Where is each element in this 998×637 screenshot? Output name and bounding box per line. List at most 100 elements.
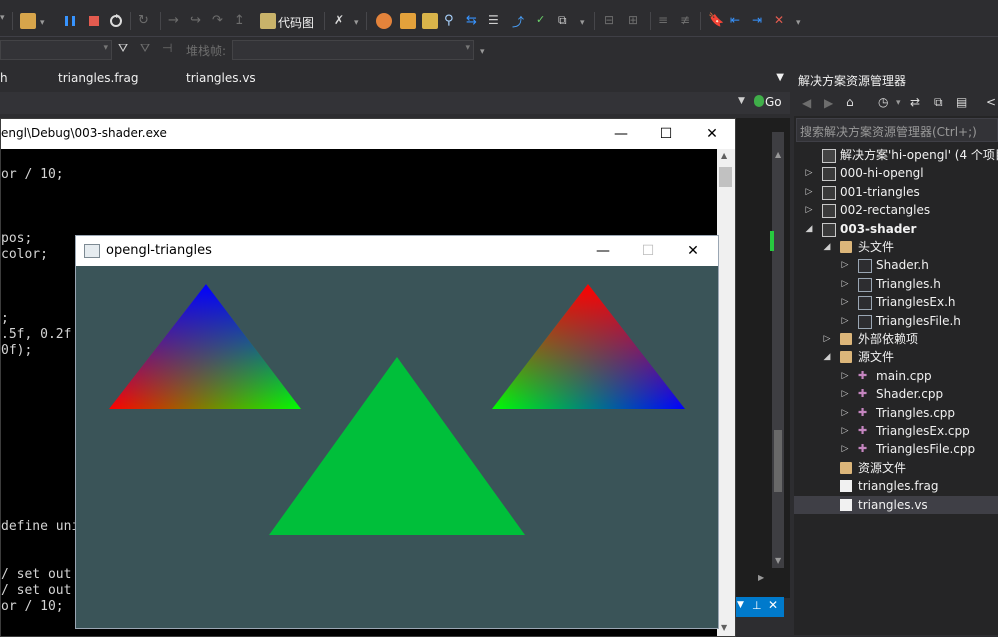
scroll-up-icon[interactable]: ▲ xyxy=(721,151,727,160)
step-into-icon[interactable]: ↪ xyxy=(190,13,206,29)
step-over-icon[interactable]: ↷ xyxy=(212,13,228,29)
sync-icon[interactable]: ◷ xyxy=(878,95,888,109)
console-title-bar[interactable]: engl\Debug\003-shader.exe — ☐ ✕ xyxy=(1,119,735,149)
find-icon[interactable]: ⚲ xyxy=(444,13,460,29)
tree-item[interactable]: ▷ ✚ TrianglesFile.cpp xyxy=(794,440,998,458)
navigate-icon[interactable]: ⇆ xyxy=(466,13,482,29)
expand-arrow-icon[interactable]: ▷ xyxy=(804,164,814,182)
tree-item[interactable]: ▷ Triangles.h xyxy=(794,275,998,293)
console-scrollbar[interactable]: ▲ ▼ xyxy=(717,149,735,636)
code-map-icon[interactable] xyxy=(260,13,276,29)
clear-bookmarks-icon[interactable]: ✕ xyxy=(774,13,790,29)
tree-item[interactable]: ▷ ✚ TrianglesEx.cpp xyxy=(794,422,998,440)
filter-icon[interactable]: ⛛ xyxy=(118,41,134,57)
filter-clear-icon[interactable]: ⛛ xyxy=(140,41,156,57)
expand-arrow-icon[interactable]: ▷ xyxy=(840,293,850,311)
tree-item[interactable]: ▷ TrianglesEx.h xyxy=(794,293,998,311)
pin-icon[interactable]: ⊥ xyxy=(752,599,762,612)
comment-lines-icon[interactable]: ≡ xyxy=(658,13,674,29)
indent-icon[interactable]: ⊞ xyxy=(628,13,644,29)
collapse-arrow-icon[interactable]: ◢ xyxy=(822,238,832,256)
scrollbar-thumb[interactable] xyxy=(719,167,732,187)
tree-item[interactable]: ◢ 源文件 xyxy=(794,348,998,366)
collapse-arrow-icon[interactable]: ◢ xyxy=(804,220,814,238)
expand-arrow-icon[interactable]: ▷ xyxy=(840,275,850,293)
tree-item[interactable]: ▷ TrianglesFile.h xyxy=(794,312,998,330)
expand-arrow-icon[interactable]: ▷ xyxy=(840,256,850,274)
chevron-down-icon[interactable]: ▾ xyxy=(480,47,485,57)
tree-item[interactable]: ◢ 003-shader xyxy=(794,220,998,238)
chevron-down-icon[interactable]: ▾ xyxy=(40,18,45,28)
next-bookmark-icon[interactable]: ⇥ xyxy=(752,13,768,29)
tab-triangles-frag[interactable]: triangles.frag xyxy=(58,71,138,85)
stop-icon[interactable] xyxy=(86,13,102,29)
maximize-button[interactable]: ☐ xyxy=(625,236,671,266)
close-icon[interactable]: ✕ xyxy=(768,598,778,612)
chevron-down-icon[interactable]: ▾ xyxy=(796,18,801,28)
expand-arrow-icon[interactable]: ▷ xyxy=(840,440,850,458)
expand-arrow-icon[interactable]: ▷ xyxy=(804,201,814,219)
scroll-right-icon[interactable]: ▶ xyxy=(758,573,764,582)
pause-icon[interactable] xyxy=(62,13,78,29)
prev-bookmark-icon[interactable]: ⇤ xyxy=(730,13,746,29)
comment-icon[interactable]: ⤴ xyxy=(512,13,528,29)
tree-item[interactable]: ▷ 000-hi-opengl xyxy=(794,164,998,182)
collapse-all-icon[interactable]: ⧉ xyxy=(934,95,943,110)
step-icon[interactable]: ↻ xyxy=(138,13,154,29)
minimize-button[interactable]: — xyxy=(580,236,626,266)
forward-icon[interactable]: ▶ xyxy=(824,96,833,110)
quick-watch-icon[interactable] xyxy=(422,13,438,29)
editor-vertical-scrollbar[interactable] xyxy=(772,132,784,568)
expand-arrow-icon[interactable]: ▷ xyxy=(822,330,832,348)
tree-item[interactable]: ▷ 002-rectangles xyxy=(794,201,998,219)
window-icon[interactable]: ⧉ xyxy=(558,13,574,29)
tree-item[interactable]: 资源文件 xyxy=(794,459,998,477)
show-next-statement-icon[interactable] xyxy=(20,13,36,29)
tree-item[interactable]: ▷ 外部依赖项 xyxy=(794,330,998,348)
refresh-icon[interactable]: ⇄ xyxy=(910,95,920,109)
process-dropdown[interactable]: ▾ xyxy=(0,40,112,60)
tree-item[interactable]: ▷ ✚ main.cpp xyxy=(794,367,998,385)
dropdown-icon[interactable]: ▼ xyxy=(737,600,744,610)
restart-icon[interactable] xyxy=(108,13,124,29)
stack-frame-dropdown[interactable]: ▾ xyxy=(232,40,474,60)
chevron-down-icon[interactable]: ▾ xyxy=(896,98,901,108)
chevron-down-icon[interactable]: ▼ xyxy=(738,96,745,106)
tab-h[interactable]: h xyxy=(0,71,8,85)
hex-display-icon[interactable]: ✗ xyxy=(334,13,350,29)
dropdown-arrow-icon[interactable]: ▾ xyxy=(0,13,8,29)
show-all-files-icon[interactable]: ▤ xyxy=(956,95,967,109)
close-button[interactable]: ✕ xyxy=(670,236,716,266)
breakpoint-icon[interactable] xyxy=(376,13,392,29)
chevron-down-icon[interactable]: ▾ xyxy=(580,18,585,28)
tree-item[interactable]: triangles.vs xyxy=(794,495,998,514)
expand-arrow-icon[interactable]: ▷ xyxy=(840,367,850,385)
thread-icon[interactable]: ⊣ xyxy=(162,41,178,57)
expand-arrow-icon[interactable]: ▷ xyxy=(804,183,814,201)
expand-arrow-icon[interactable]: ▷ xyxy=(840,422,850,440)
scroll-up-icon[interactable]: ▲ xyxy=(775,150,781,159)
minimize-button[interactable]: — xyxy=(598,119,644,149)
align-icon[interactable]: ⊟ xyxy=(604,13,620,29)
scroll-down-icon[interactable]: ▼ xyxy=(775,556,781,565)
go-icon[interactable] xyxy=(754,95,764,107)
show-next-statement-arrow-icon[interactable]: → xyxy=(168,13,184,29)
expand-arrow-icon[interactable]: ▷ xyxy=(840,312,850,330)
watch-icon[interactable] xyxy=(400,13,416,29)
solution-explorer-search[interactable]: 搜索解决方案资源管理器(Ctrl+;) xyxy=(796,118,998,142)
spellcheck-icon[interactable]: ✓ xyxy=(536,13,552,29)
go-label[interactable]: Go xyxy=(765,95,782,109)
tree-item[interactable]: ▷ 001-triangles xyxy=(794,183,998,201)
tree-item[interactable]: ◢ 头文件 xyxy=(794,238,998,256)
code-map-label[interactable]: 代码图 xyxy=(278,14,314,31)
tab-triangles-vs[interactable]: triangles.vs xyxy=(186,71,256,85)
close-button[interactable]: ✕ xyxy=(689,119,735,149)
expand-arrow-icon[interactable]: ▷ xyxy=(840,404,850,422)
maximize-button[interactable]: ☐ xyxy=(643,119,689,149)
tree-item[interactable]: 解决方案'hi-opengl' (4 个项目) xyxy=(794,146,998,164)
scrollbar-thumb[interactable] xyxy=(774,430,782,492)
collapse-arrow-icon[interactable]: ◢ xyxy=(822,348,832,366)
chevron-down-icon[interactable]: ▾ xyxy=(354,18,359,28)
expand-arrow-icon[interactable]: ▷ xyxy=(840,385,850,403)
back-icon[interactable]: ◀ xyxy=(802,96,811,110)
